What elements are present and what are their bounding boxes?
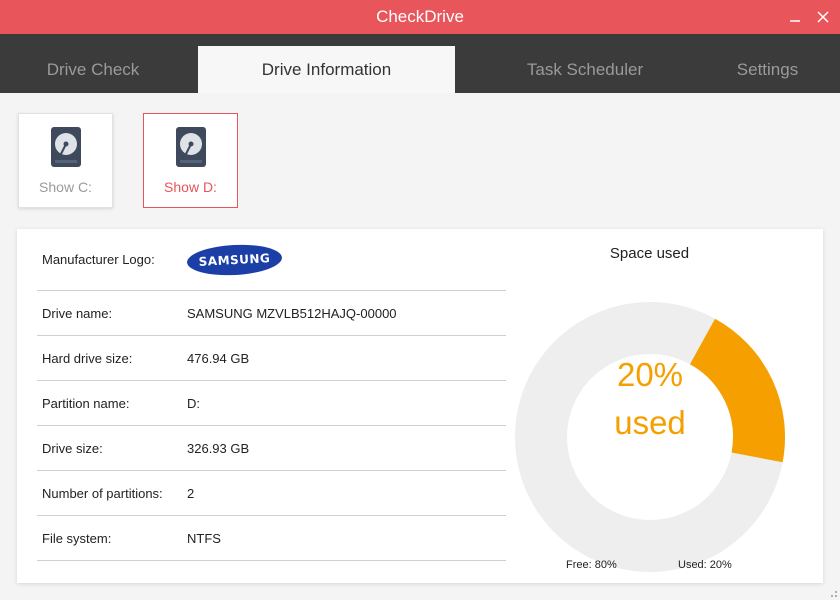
drive-info-panel: Manufacturer Logo: SAMSUNG Drive name: S… <box>17 229 823 583</box>
legend-used: Used: 20% <box>678 559 732 571</box>
tab-drive-check[interactable]: Drive Check <box>0 46 186 93</box>
info-label: Partition name: <box>42 395 130 411</box>
tab-task-scheduler[interactable]: Task Scheduler <box>495 46 675 93</box>
drive-tile-d[interactable]: Show D: <box>143 113 238 208</box>
hard-drive-icon <box>50 126 82 173</box>
info-row-drive-size: Drive size: 326.93 GB <box>37 426 506 471</box>
info-value: 2 <box>187 485 195 501</box>
info-row-drive-name: Drive name: SAMSUNG MZVLB512HAJQ-00000 <box>37 291 506 336</box>
info-label: File system: <box>42 530 112 546</box>
window-title: CheckDrive <box>376 7 464 26</box>
drive-information-page: Show C: Show D: Manufacturer Logo: SAMSU… <box>0 93 840 600</box>
tab-drive-information[interactable]: Drive Information <box>198 46 455 93</box>
samsung-logo: SAMSUNG <box>186 242 283 277</box>
info-value: 326.93 GB <box>187 440 250 456</box>
window-controls <box>788 0 830 34</box>
donut-center-label: 20% used <box>514 351 786 447</box>
info-label: Drive name: <box>42 305 113 321</box>
drive-info-table: Manufacturer Logo: SAMSUNG Drive name: S… <box>37 229 506 561</box>
info-label: Number of partitions: <box>42 485 163 501</box>
drive-tile-c[interactable]: Show C: <box>18 113 113 208</box>
title-bar: CheckDrive <box>0 0 840 34</box>
resize-grip-icon[interactable] <box>828 588 838 598</box>
info-label: Manufacturer Logo: <box>42 252 155 267</box>
info-label: Hard drive size: <box>42 350 133 366</box>
info-value: NTFS <box>187 530 221 546</box>
space-used-title: Space used <box>609 245 690 262</box>
info-row-manufacturer: Manufacturer Logo: SAMSUNG <box>37 229 506 291</box>
info-row-number-of-partitions: Number of partitions: 2 <box>37 471 506 516</box>
info-value: 476.94 GB <box>187 350 250 366</box>
info-row-file-system: File system: NTFS <box>37 516 506 561</box>
drive-tile-label: Show C: <box>39 179 92 195</box>
used-percent-text: 20% <box>616 356 684 393</box>
info-row-hard-drive-size: Hard drive size: 476.94 GB <box>37 336 506 381</box>
minimize-icon[interactable] <box>788 10 802 24</box>
drive-tile-label: Show D: <box>164 179 217 195</box>
tab-settings[interactable]: Settings <box>715 46 820 93</box>
manufacturer-logo: SAMSUNG <box>186 242 506 277</box>
info-row-partition-name: Partition name: D: <box>37 381 506 426</box>
info-value: D: <box>187 395 200 411</box>
info-label: Drive size: <box>42 440 103 456</box>
tab-bar: Drive Check Drive Information Task Sched… <box>0 34 840 93</box>
used-word: used <box>614 404 686 441</box>
legend-free: Free: 80% <box>566 559 617 571</box>
close-icon[interactable] <box>816 10 830 24</box>
hard-drive-icon <box>175 126 207 173</box>
info-value: SAMSUNG MZVLB512HAJQ-00000 <box>187 305 397 321</box>
